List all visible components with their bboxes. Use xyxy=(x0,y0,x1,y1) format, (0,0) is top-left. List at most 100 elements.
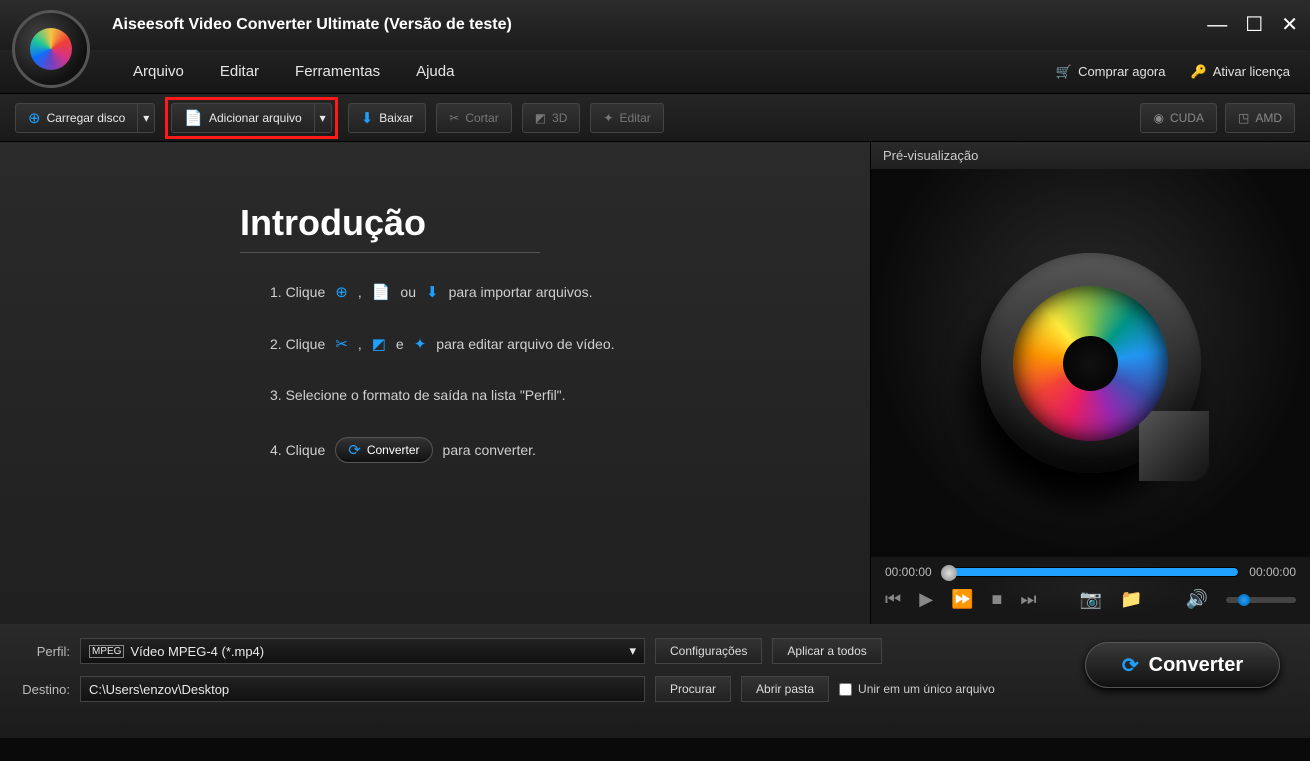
menu-arquivo[interactable]: Arquivo xyxy=(115,57,202,86)
mini-convert-chip: ⟳ Converter xyxy=(335,437,432,463)
lens-tab xyxy=(1139,411,1209,481)
cuda-badge[interactable]: ◉ CUDA xyxy=(1140,103,1217,133)
download-label: Baixar xyxy=(379,111,413,125)
minimize-button[interactable]: — xyxy=(1207,15,1227,35)
preview-pane: Pré-visualização 00:00:00 00:00:00 ⏮ ▶ ⏩… xyxy=(870,142,1310,624)
intro-step-2: 2. Clique ✂, ◩ e ✦ para editar arquivo d… xyxy=(270,335,870,353)
mini-convert-label: Converter xyxy=(367,443,420,457)
intro-step-4: 4. Clique ⟳ Converter para converter. xyxy=(270,437,870,463)
load-disc-dropdown[interactable]: ▾ xyxy=(137,103,155,133)
add-file-highlight: 📄 Adicionar arquivo ▾ xyxy=(165,97,337,139)
download-button[interactable]: ⬇ Baixar xyxy=(348,103,427,133)
activate-label: Ativar licença xyxy=(1213,64,1290,79)
load-disc-button[interactable]: ⊕ Carregar disco xyxy=(15,103,137,133)
step1-suffix: para importar arquivos. xyxy=(449,284,593,300)
add-file-button[interactable]: 📄 Adicionar arquivo xyxy=(171,103,313,133)
3d-button[interactable]: ◩ 3D xyxy=(522,103,581,133)
scissors-icon: ✂ xyxy=(449,111,459,125)
app-logo xyxy=(12,10,90,88)
step2-e: e xyxy=(396,336,404,352)
app-title: Aiseesoft Video Converter Ultimate (Vers… xyxy=(112,16,512,34)
volume-slider[interactable] xyxy=(1226,597,1296,603)
step2-suffix: para editar arquivo de vídeo. xyxy=(436,336,614,352)
disc-plus-icon: ⊕ xyxy=(335,283,348,301)
edit-label: Editar xyxy=(619,111,650,125)
step3-text: 3. Selecione o formato de saída na lista… xyxy=(270,387,566,403)
text-comma: , xyxy=(358,284,362,300)
profile-label: Perfil: xyxy=(18,644,70,659)
edit-button[interactable]: ✦ Editar xyxy=(590,103,663,133)
bottom-wrapper: Perfil: MPEG Vídeo MPEG-4 (*.mp4) ▾ Conf… xyxy=(0,624,1310,738)
main-area: Introdução 1. Clique ⊕, 📄 ou ⬇ para impo… xyxy=(0,142,1310,624)
wand-icon: ✦ xyxy=(603,111,613,125)
maximize-button[interactable]: ☐ xyxy=(1245,15,1263,35)
prev-button[interactable]: ⏮ xyxy=(885,589,901,610)
file-plus-icon: 📄 xyxy=(372,283,391,301)
title-bar: Aiseesoft Video Converter Ultimate (Vers… xyxy=(0,0,1310,50)
preview-lens-icon xyxy=(981,253,1201,473)
mpeg-icon: MPEG xyxy=(89,645,124,658)
fast-forward-button[interactable]: ⏩ xyxy=(951,589,973,610)
refresh-icon: ⟳ xyxy=(348,441,361,459)
3d-small-icon: ◩ xyxy=(372,335,386,353)
window-controls: — ☐ ✕ xyxy=(1207,15,1298,35)
text-comma2: , xyxy=(358,336,362,352)
menu-bar: Arquivo Editar Ferramentas Ajuda 🛒 Compr… xyxy=(0,50,1310,94)
open-folder-bottom-button[interactable]: Abrir pasta xyxy=(741,676,829,702)
preview-canvas xyxy=(871,169,1310,557)
3d-label: 3D xyxy=(552,111,567,125)
seek-bar[interactable] xyxy=(942,567,1240,577)
lens-reflection xyxy=(981,557,1201,617)
disc-icon: ⊕ xyxy=(28,109,41,127)
profile-value: Vídeo MPEG-4 (*.mp4) xyxy=(130,644,264,659)
cut-label: Cortar xyxy=(465,111,498,125)
preview-label: Pré-visualização xyxy=(871,142,1310,169)
convert-button[interactable]: ⟳ Converter xyxy=(1085,642,1280,688)
apply-all-button[interactable]: Aplicar a todos xyxy=(772,638,881,664)
merge-checkbox[interactable]: Unir em um único arquivo xyxy=(839,682,995,696)
buy-now-link[interactable]: 🛒 Comprar agora xyxy=(1056,64,1166,80)
cut-button[interactable]: ✂ Cortar xyxy=(436,103,511,133)
intro-step-1: 1. Clique ⊕, 📄 ou ⬇ para importar arquiv… xyxy=(270,283,870,301)
3d-icon: ◩ xyxy=(535,111,546,125)
load-disc-label: Carregar disco xyxy=(47,111,126,125)
add-file-group: 📄 Adicionar arquivo ▾ xyxy=(171,103,331,133)
time-current: 00:00:00 xyxy=(885,565,932,579)
cuda-label: CUDA xyxy=(1170,111,1204,125)
amd-label: AMD xyxy=(1255,111,1282,125)
gpu-badges: ◉ CUDA ◳ AMD xyxy=(1140,103,1295,133)
file-add-icon: 📄 xyxy=(184,109,203,127)
amd-badge[interactable]: ◳ AMD xyxy=(1225,103,1295,133)
intro-pane: Introdução 1. Clique ⊕, 📄 ou ⬇ para impo… xyxy=(0,142,870,624)
download-small-icon: ⬇ xyxy=(426,283,439,301)
browse-button[interactable]: Procurar xyxy=(655,676,731,702)
activate-license-link[interactable]: 🔑 Ativar licença xyxy=(1191,64,1291,80)
intro-divider xyxy=(240,252,540,253)
step4-prefix: 4. Clique xyxy=(270,442,325,458)
add-file-dropdown[interactable]: ▾ xyxy=(314,103,332,133)
step4-suffix: para converter. xyxy=(443,442,536,458)
profile-select[interactable]: MPEG Vídeo MPEG-4 (*.mp4) ▾ xyxy=(80,638,645,664)
nvidia-icon: ◉ xyxy=(1153,111,1163,125)
intro-heading: Introdução xyxy=(240,202,870,244)
intro-step-3: 3. Selecione o formato de saída na lista… xyxy=(270,387,870,403)
menu-editar[interactable]: Editar xyxy=(202,57,277,86)
settings-button[interactable]: Configurações xyxy=(655,638,762,664)
step2-prefix: 2. Clique xyxy=(270,336,325,352)
download-icon: ⬇ xyxy=(361,109,374,127)
play-button[interactable]: ▶ xyxy=(919,589,933,610)
toolbar: ⊕ Carregar disco ▾ 📄 Adicionar arquivo ▾… xyxy=(0,94,1310,142)
time-total: 00:00:00 xyxy=(1249,565,1296,579)
lens-center xyxy=(1063,336,1118,391)
amd-icon: ◳ xyxy=(1238,111,1249,125)
add-file-label: Adicionar arquivo xyxy=(209,111,302,125)
step1-ou: ou xyxy=(400,284,416,300)
lens-iris xyxy=(1013,286,1168,441)
close-button[interactable]: ✕ xyxy=(1281,15,1298,35)
merge-checkbox-input[interactable] xyxy=(839,683,852,696)
menu-ajuda[interactable]: Ajuda xyxy=(398,57,472,86)
destination-path[interactable]: C:\Users\enzov\Desktop xyxy=(80,676,645,702)
scissors-small-icon: ✂ xyxy=(335,335,348,353)
menu-ferramentas[interactable]: Ferramentas xyxy=(277,57,398,86)
load-disc-group: ⊕ Carregar disco ▾ xyxy=(15,103,155,133)
